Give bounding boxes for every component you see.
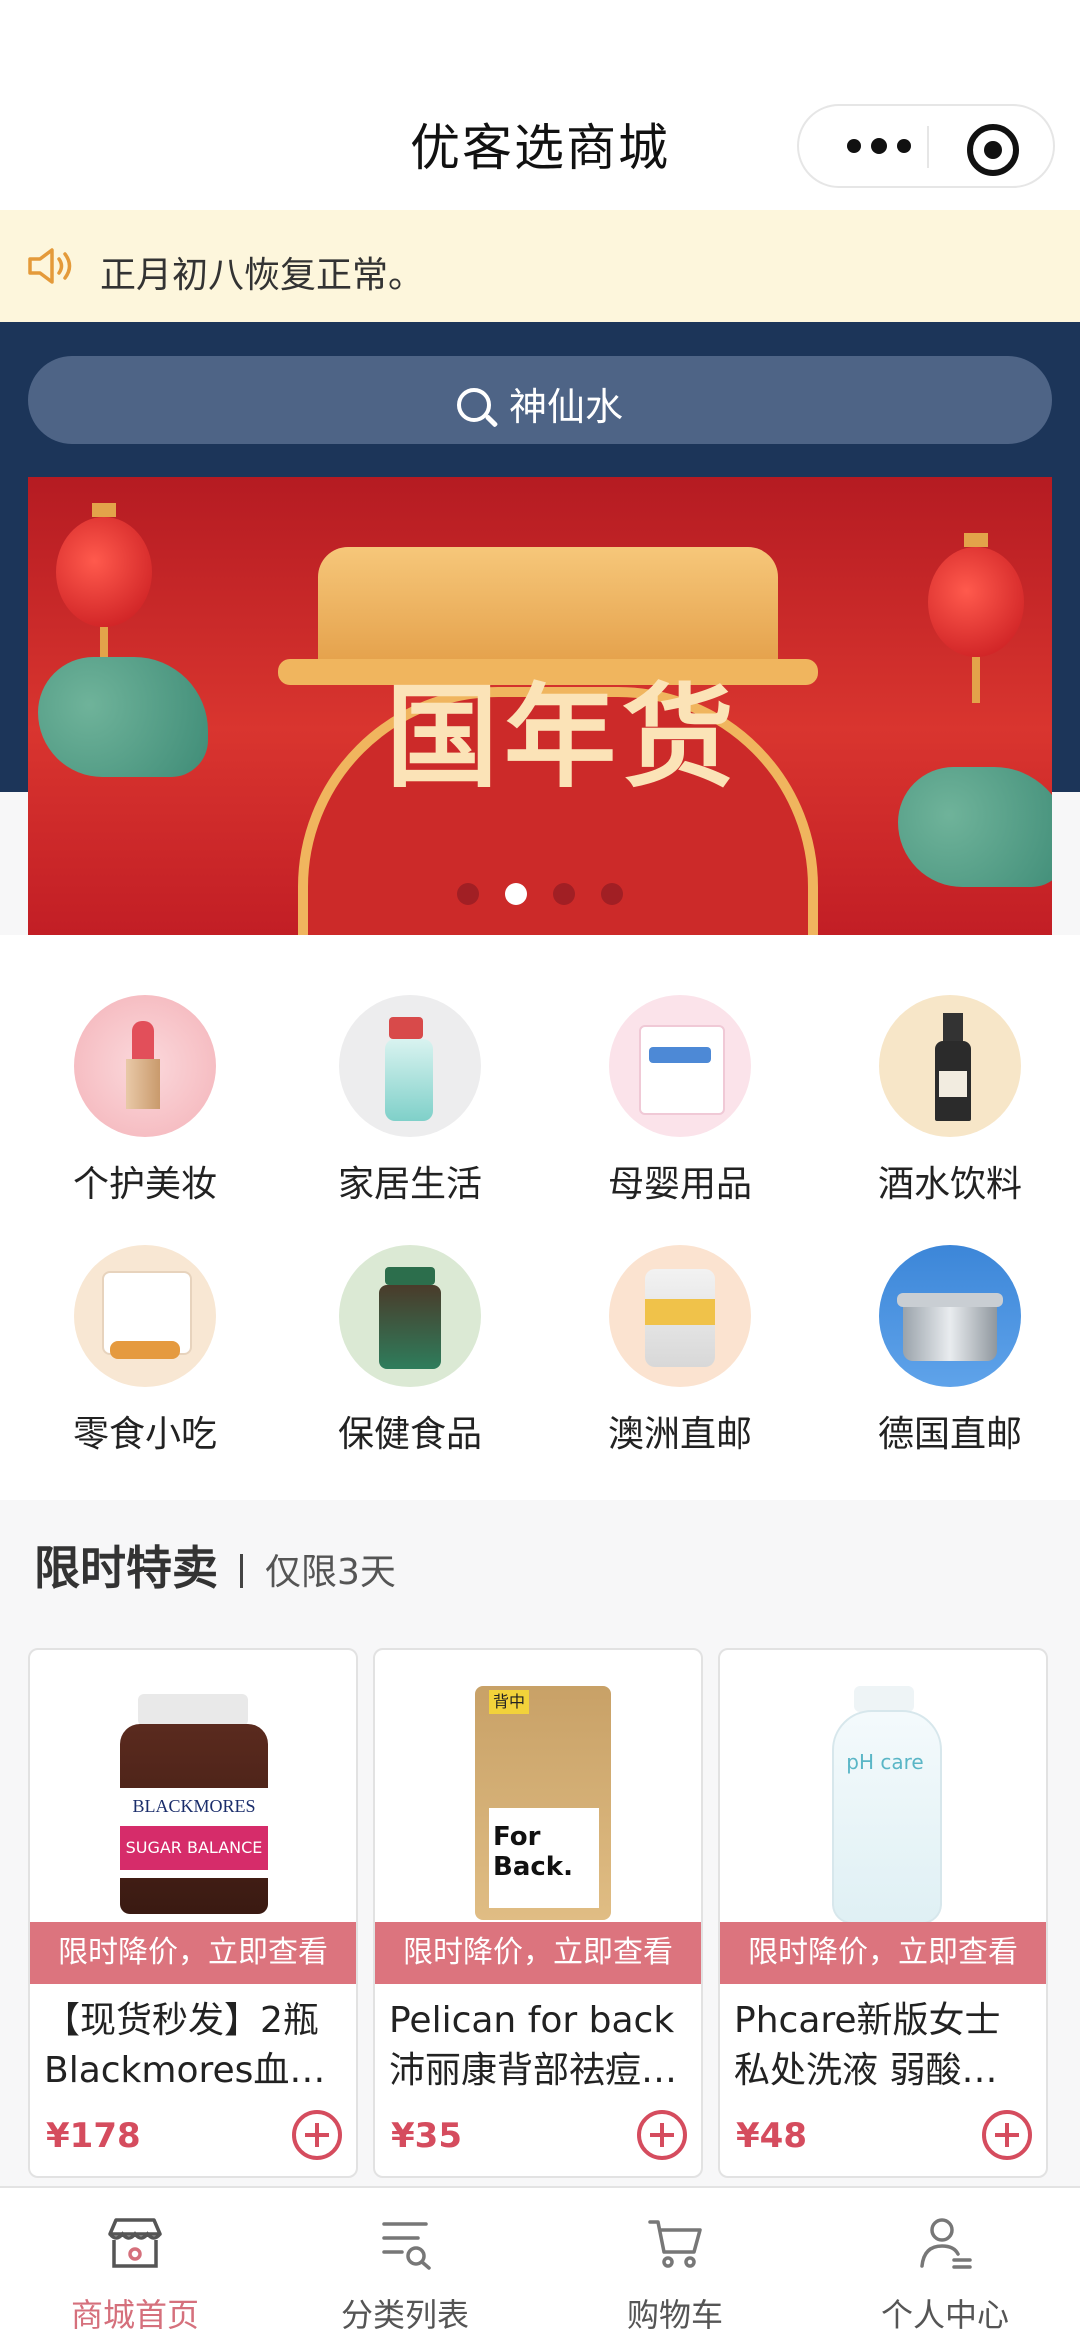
promo-strip: 限时降价，立即查看: [375, 1922, 701, 1984]
search-placeholder: 神仙水: [508, 385, 623, 429]
tab-label: 个人中心: [880, 2296, 1009, 2334]
notice-bar[interactable]: 正月初八恢复正常。: [0, 210, 1080, 322]
close-mini-program-icon[interactable]: [967, 124, 1019, 176]
category-health[interactable]: 保健食品: [300, 1245, 520, 1457]
add-to-cart-icon[interactable]: [637, 2110, 687, 2160]
product-image-brand: For Back.: [493, 1822, 573, 1882]
carousel-dot[interactable]: [601, 883, 623, 905]
search-bar[interactable]: 神仙水: [28, 356, 1052, 444]
product-card[interactable]: pH care 限时降价，立即查看 Phcare新版女士 私处洗液 弱酸… ¥4…: [718, 1648, 1048, 2178]
category-label: 母婴用品: [607, 1164, 752, 1205]
category-label: 零食小吃: [72, 1414, 217, 1455]
speaker-icon: [28, 248, 72, 284]
category-baby[interactable]: 母婴用品: [570, 995, 790, 1207]
banner-headline: 国年货: [386, 673, 740, 803]
product-image-sub: 背中: [489, 1690, 529, 1714]
product-image-brand: BLACKMORES: [132, 1796, 256, 1816]
capsule-divider: [927, 126, 929, 168]
product-name: 【现货秒发】2瓶 Blackmores血…: [44, 2000, 326, 2091]
diapers-icon: [609, 995, 751, 1137]
flash-sale-title: 限时特卖: [34, 1541, 218, 1595]
spray-bottle-icon: [339, 995, 481, 1137]
product-name: Pelican for back 沛丽康背部祛痘…: [389, 2000, 678, 2091]
category-label: 德国直邮: [877, 1414, 1022, 1455]
cooking-pot-icon: [879, 1245, 1021, 1387]
carousel-dot[interactable]: [553, 883, 575, 905]
search-icon: [456, 388, 491, 422]
category-label: 酒水饮料: [877, 1164, 1022, 1205]
carousel-dot[interactable]: [457, 883, 479, 905]
category-label: 个护美妆: [72, 1164, 217, 1205]
divider: [240, 1554, 243, 1588]
product-card[interactable]: 背中 For Back. 限时降价，立即查看 Pelican for back …: [373, 1648, 703, 2178]
add-to-cart-icon[interactable]: [292, 2110, 342, 2160]
tab-label: 分类列表: [340, 2296, 469, 2334]
category-beauty[interactable]: 个护美妆: [35, 995, 255, 1207]
more-icon[interactable]: [837, 136, 921, 156]
category-home[interactable]: 家居生活: [300, 995, 520, 1207]
tab-label: 商城首页: [70, 2296, 199, 2334]
tab-profile[interactable]: 个人中心: [825, 2212, 1065, 2336]
category-de-direct[interactable]: 德国直邮: [840, 1245, 1060, 1457]
pine-tree-decoration: [898, 767, 1052, 887]
flash-sale-header: 限时特卖 仅限3天: [34, 1532, 396, 1598]
profile-icon: [920, 2218, 972, 2269]
product-image-sub: SUGAR BALANCE: [120, 1826, 268, 1870]
product-price: ¥178: [46, 2116, 141, 2156]
pine-tree-decoration: [38, 657, 208, 777]
category-drinks[interactable]: 酒水饮料: [840, 995, 1060, 1207]
category-label: 家居生活: [337, 1164, 482, 1205]
cart-icon: [648, 2220, 702, 2268]
category-au-direct[interactable]: 澳洲直邮: [570, 1245, 790, 1457]
supplement-icon: [339, 1245, 481, 1387]
promo-banner[interactable]: 国年货: [28, 477, 1052, 935]
flash-sale-subtitle: 仅限3天: [265, 1552, 396, 1593]
product-price: ¥35: [391, 2116, 462, 2156]
tab-label: 购物车: [626, 2296, 723, 2334]
product-image: pH care: [720, 1650, 1046, 1924]
category-grid: 个护美妆 家居生活 母婴用品 酒水饮料 零食小吃 保健食品 澳洲直邮 德国直邮: [0, 935, 1080, 1500]
lantern-icon: [56, 503, 152, 673]
title-bar: 优客选商城: [0, 0, 1080, 210]
category-label: 澳洲直邮: [607, 1414, 752, 1455]
snack-icon: [74, 1245, 216, 1387]
carousel-indicator: [28, 883, 1052, 905]
promo-strip: 限时降价，立即查看: [30, 1922, 356, 1984]
store-icon: [108, 2218, 162, 2268]
milk-powder-icon: [609, 1245, 751, 1387]
product-name: Phcare新版女士 私处洗液 弱酸…: [734, 2000, 1001, 2091]
product-image-brand: pH care: [846, 1750, 924, 1774]
promo-strip: 限时降价，立即查看: [720, 1922, 1046, 1984]
lantern-icon: [928, 533, 1024, 703]
tab-home[interactable]: 商城首页: [15, 2212, 255, 2336]
tab-cart[interactable]: 购物车: [555, 2212, 795, 2336]
product-image: 背中 For Back.: [375, 1650, 701, 1920]
carousel-dot-active[interactable]: [505, 883, 527, 905]
bottom-tab-bar: 商城首页 分类列表 购物车 个人中心: [0, 2186, 1080, 2342]
tab-category[interactable]: 分类列表: [285, 2212, 525, 2336]
product-price: ¥48: [736, 2116, 807, 2156]
category-list-icon: [382, 2222, 431, 2270]
product-card[interactable]: BLACKMORES SUGAR BALANCE 限时降价，立即查看 【现货秒发…: [28, 1648, 358, 2178]
category-label: 保健食品: [337, 1414, 482, 1455]
lipstick-icon: [74, 995, 216, 1137]
product-image: BLACKMORES SUGAR BALANCE: [30, 1650, 356, 1920]
notice-text: 正月初八恢复正常。: [100, 255, 425, 296]
add-to-cart-icon[interactable]: [982, 2110, 1032, 2160]
wine-icon: [879, 995, 1021, 1137]
mini-program-capsule: [797, 104, 1055, 188]
category-snacks[interactable]: 零食小吃: [35, 1245, 255, 1457]
